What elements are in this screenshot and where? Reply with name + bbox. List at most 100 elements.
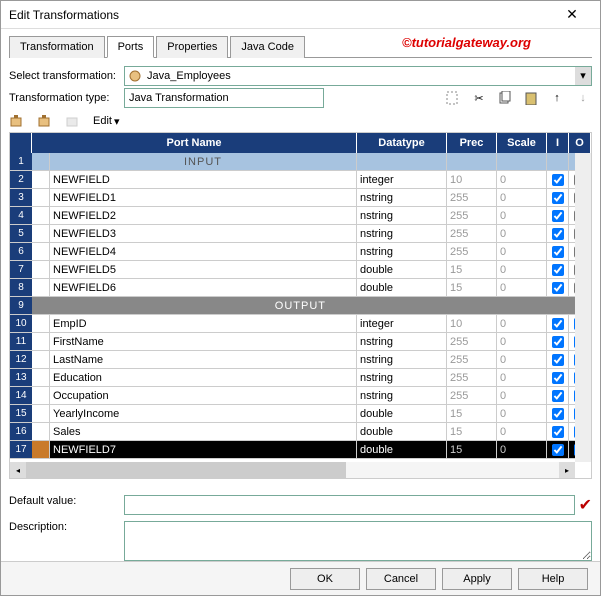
table-row[interactable]: 4 NEWFIELD2 nstring 255 0 <box>10 207 591 225</box>
input-checkbox-cell[interactable] <box>547 261 569 278</box>
add-port-alt-icon[interactable] <box>37 112 55 130</box>
scale-cell[interactable]: 0 <box>497 423 547 440</box>
checkbox[interactable] <box>552 210 564 222</box>
input-checkbox-cell[interactable] <box>547 189 569 206</box>
input-checkbox-cell[interactable] <box>547 315 569 332</box>
scale-cell[interactable]: 0 <box>497 333 547 350</box>
table-row[interactable]: 13 Education nstring 255 0 <box>10 369 591 387</box>
scale-cell[interactable]: 0 <box>497 441 547 458</box>
scale-cell[interactable]: 0 <box>497 225 547 242</box>
checkbox[interactable] <box>552 246 564 258</box>
add-port-icon[interactable] <box>9 112 27 130</box>
checkbox[interactable] <box>552 336 564 348</box>
scroll-left-icon[interactable]: ◂ <box>10 462 26 478</box>
validate-icon[interactable]: ✔ <box>579 495 592 515</box>
datatype-cell[interactable]: nstring <box>357 225 447 242</box>
scale-cell[interactable]: 0 <box>497 261 547 278</box>
close-button[interactable]: ✕ <box>552 2 592 28</box>
ok-button[interactable]: OK <box>290 568 360 590</box>
header-datatype[interactable]: Datatype <box>357 133 447 153</box>
datatype-cell[interactable]: integer <box>357 315 447 332</box>
tab-properties[interactable]: Properties <box>156 36 228 58</box>
description-input[interactable] <box>124 521 592 561</box>
input-checkbox-cell[interactable] <box>547 333 569 350</box>
scale-cell[interactable]: 0 <box>497 279 547 296</box>
table-row[interactable]: 16 Sales double 15 0 <box>10 423 591 441</box>
input-checkbox-cell[interactable] <box>547 243 569 260</box>
prec-cell[interactable]: 255 <box>447 243 497 260</box>
tab-java-code[interactable]: Java Code <box>230 36 305 58</box>
checkbox[interactable] <box>552 426 564 438</box>
prec-cell[interactable]: 15 <box>447 405 497 422</box>
datatype-cell[interactable]: nstring <box>357 207 447 224</box>
datatype-cell[interactable]: double <box>357 441 447 458</box>
prec-cell[interactable]: 15 <box>447 423 497 440</box>
input-checkbox-cell[interactable] <box>547 369 569 386</box>
datatype-cell[interactable]: nstring <box>357 243 447 260</box>
tab-ports[interactable]: Ports <box>107 36 155 58</box>
scale-cell[interactable]: 0 <box>497 207 547 224</box>
input-checkbox-cell[interactable] <box>547 423 569 440</box>
datatype-cell[interactable]: nstring <box>357 189 447 206</box>
datatype-cell[interactable]: nstring <box>357 387 447 404</box>
input-checkbox-cell[interactable] <box>547 441 569 458</box>
checkbox[interactable] <box>552 192 564 204</box>
prec-cell[interactable]: 10 <box>447 171 497 188</box>
header-scale[interactable]: Scale <box>497 133 547 153</box>
checkbox[interactable] <box>552 174 564 186</box>
input-checkbox-cell[interactable] <box>547 387 569 404</box>
port-name-cell[interactable]: Education <box>50 369 357 386</box>
select-transformation-dropdown[interactable]: Java_Employees ▾ <box>124 66 592 86</box>
prec-cell[interactable]: 15 <box>447 441 497 458</box>
checkbox[interactable] <box>552 228 564 240</box>
prec-cell[interactable]: 15 <box>447 261 497 278</box>
checkbox[interactable] <box>552 408 564 420</box>
scale-cell[interactable]: 0 <box>497 351 547 368</box>
port-name-cell[interactable]: NEWFIELD1 <box>50 189 357 206</box>
input-checkbox-cell[interactable] <box>547 279 569 296</box>
checkbox[interactable] <box>552 354 564 366</box>
scroll-track[interactable] <box>26 462 559 478</box>
port-name-cell[interactable]: NEWFIELD <box>50 171 357 188</box>
vertical-scrollbar[interactable] <box>575 153 591 462</box>
move-down-icon[interactable]: ↓ <box>574 89 592 107</box>
checkbox[interactable] <box>552 390 564 402</box>
port-name-cell[interactable]: NEWFIELD2 <box>50 207 357 224</box>
prec-cell[interactable]: 255 <box>447 387 497 404</box>
prec-cell[interactable]: 15 <box>447 279 497 296</box>
header-prec[interactable]: Prec <box>447 133 497 153</box>
prec-cell[interactable]: 255 <box>447 351 497 368</box>
edit-menu[interactable]: Edit ▾ <box>93 115 120 128</box>
port-name-cell[interactable]: FirstName <box>50 333 357 350</box>
datatype-cell[interactable]: double <box>357 279 447 296</box>
scale-cell[interactable]: 0 <box>497 387 547 404</box>
datatype-cell[interactable]: integer <box>357 171 447 188</box>
header-input[interactable]: I <box>547 133 569 153</box>
checkbox[interactable] <box>552 444 564 456</box>
table-row[interactable]: 2 NEWFIELD integer 10 0 <box>10 171 591 189</box>
header-port-name[interactable]: Port Name <box>32 133 357 153</box>
port-name-cell[interactable]: NEWFIELD6 <box>50 279 357 296</box>
prec-cell[interactable]: 10 <box>447 315 497 332</box>
scale-cell[interactable]: 0 <box>497 315 547 332</box>
scroll-right-icon[interactable]: ▸ <box>559 462 575 478</box>
table-row[interactable]: 3 NEWFIELD1 nstring 255 0 <box>10 189 591 207</box>
cut-icon[interactable]: ✂ <box>470 89 488 107</box>
prec-cell[interactable]: 255 <box>447 207 497 224</box>
default-value-input[interactable] <box>124 495 575 515</box>
apply-button[interactable]: Apply <box>442 568 512 590</box>
port-name-cell[interactable]: NEWFIELD4 <box>50 243 357 260</box>
scale-cell[interactable]: 0 <box>497 243 547 260</box>
input-checkbox-cell[interactable] <box>547 405 569 422</box>
delete-port-icon[interactable] <box>65 112 83 130</box>
port-name-cell[interactable]: EmpID <box>50 315 357 332</box>
port-name-cell[interactable]: NEWFIELD5 <box>50 261 357 278</box>
datatype-cell[interactable]: nstring <box>357 369 447 386</box>
table-row[interactable]: 11 FirstName nstring 255 0 <box>10 333 591 351</box>
port-name-cell[interactable]: NEWFIELD3 <box>50 225 357 242</box>
checkbox[interactable] <box>552 372 564 384</box>
prec-cell[interactable]: 255 <box>447 225 497 242</box>
prec-cell[interactable]: 255 <box>447 333 497 350</box>
port-name-cell[interactable]: NEWFIELD7 <box>50 441 357 458</box>
input-checkbox-cell[interactable] <box>547 171 569 188</box>
